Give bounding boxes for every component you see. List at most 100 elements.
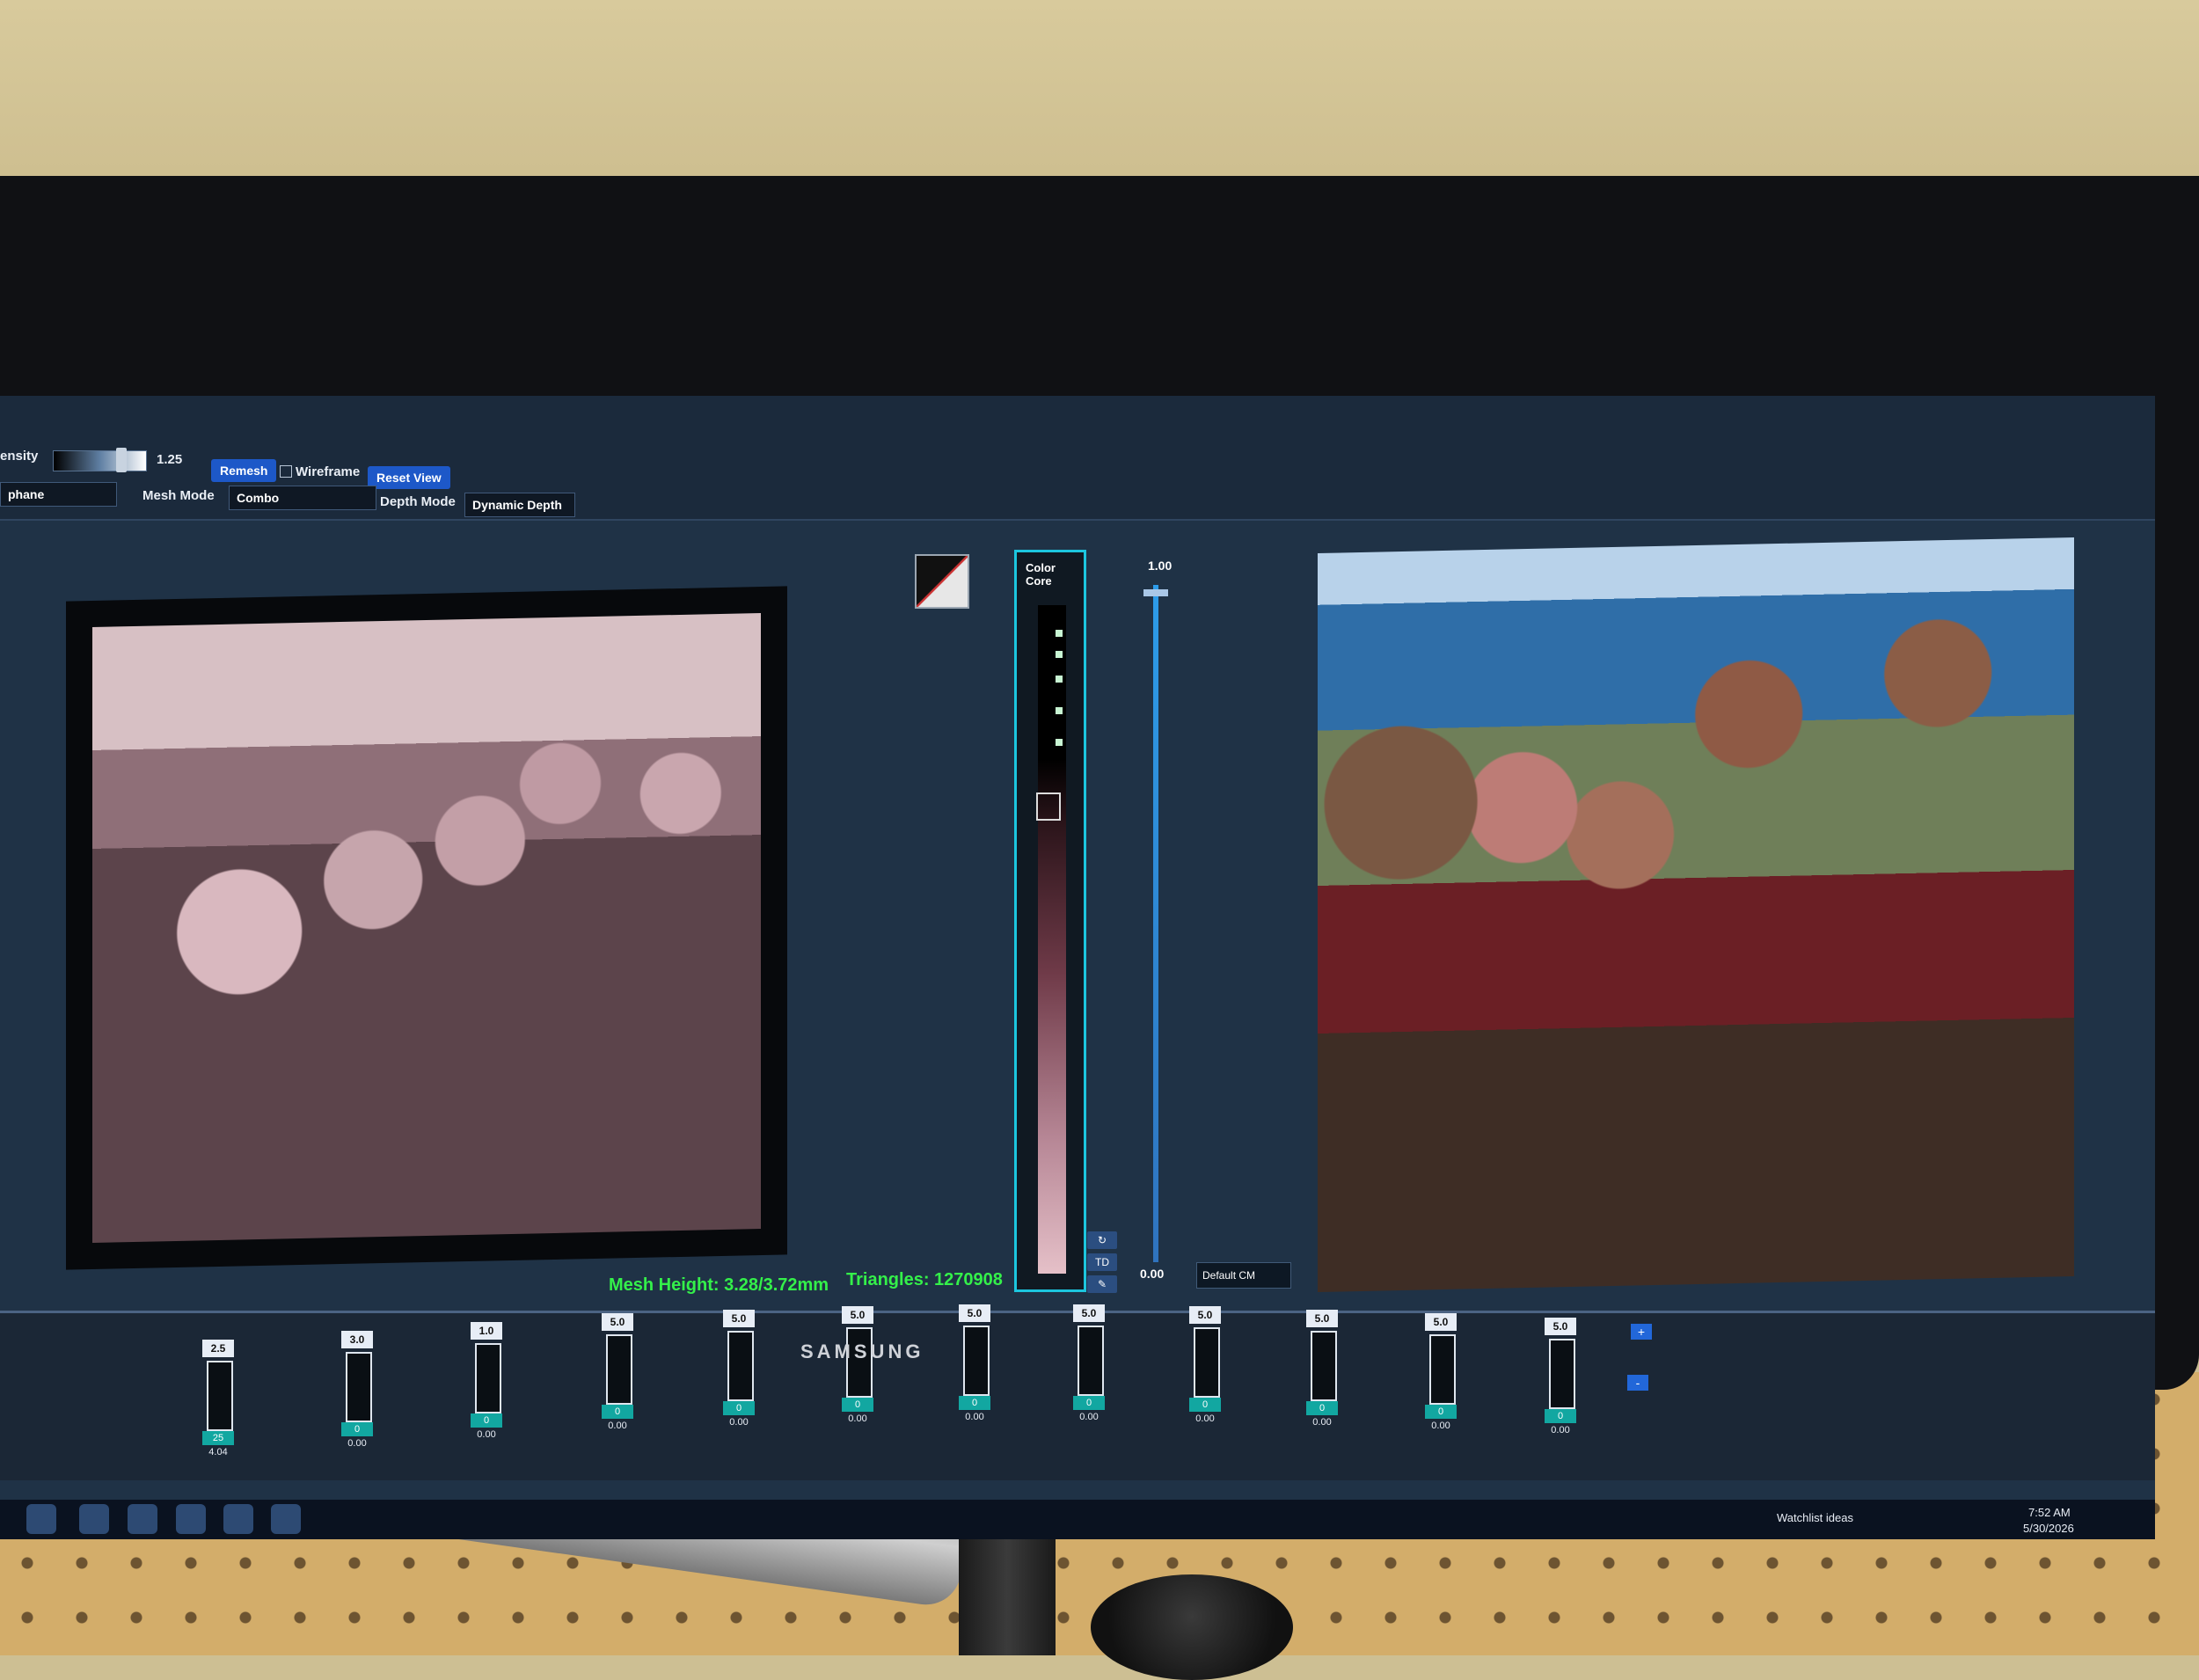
steam-icon[interactable] xyxy=(176,1504,206,1534)
channel-readout: 0.00 xyxy=(1312,1417,1332,1428)
channel-panel: 2.5 25 4.04 3.0 0 0.00 1.0 0 0.00 5.0 0 xyxy=(0,1304,2155,1480)
density-slider-thumb[interactable] xyxy=(116,448,127,472)
channel-slider[interactable] xyxy=(963,1326,990,1396)
channel-max[interactable]: 5.0 xyxy=(1189,1306,1221,1324)
channel-readout: 0.00 xyxy=(848,1413,867,1424)
channel-max[interactable]: 3.0 xyxy=(341,1331,373,1348)
channel-max[interactable]: 5.0 xyxy=(1545,1318,1576,1335)
channel-slider[interactable] xyxy=(1429,1334,1456,1405)
channel-1[interactable]: 2.5 25 4.04 xyxy=(202,1340,255,1472)
channel-7[interactable]: 5.0 0 0.00 xyxy=(959,1304,1012,1436)
channel-readout: 4.04 xyxy=(208,1447,228,1457)
channel-readout: 0.00 xyxy=(965,1412,984,1422)
channel-slider[interactable] xyxy=(207,1361,233,1431)
td-button[interactable]: TD xyxy=(1087,1253,1117,1271)
channel-max[interactable]: 1.0 xyxy=(471,1322,502,1340)
channel-readout: 0.00 xyxy=(1551,1425,1570,1435)
refresh-icon[interactable]: ↻ xyxy=(1087,1231,1117,1249)
channel-value: 0 xyxy=(341,1422,373,1436)
left-mode-select[interactable]: phane xyxy=(0,482,117,507)
channel-slider[interactable] xyxy=(1311,1331,1337,1401)
channel-value: 0 xyxy=(1545,1409,1576,1423)
channel-readout: 0.00 xyxy=(729,1417,749,1428)
channel-value: 0 xyxy=(1189,1398,1221,1412)
mesh-mode-select[interactable]: Combo xyxy=(229,486,376,510)
vertical-slider-thumb[interactable] xyxy=(1143,589,1168,596)
channel-max[interactable]: 5.0 xyxy=(1306,1310,1338,1327)
color-core-marker[interactable] xyxy=(1056,630,1063,637)
channel-slider[interactable] xyxy=(1194,1327,1220,1398)
depth-mode-select[interactable]: Dynamic Depth xyxy=(464,493,575,517)
channel-max[interactable]: 5.0 xyxy=(1073,1304,1105,1322)
color-core-label: Color Core xyxy=(1026,561,1056,588)
channel-slider[interactable] xyxy=(1078,1326,1104,1396)
tray-notification[interactable]: Watchlist ideas xyxy=(1777,1511,1853,1524)
channel-value: 0 xyxy=(842,1398,873,1412)
channel-2[interactable]: 3.0 0 0.00 xyxy=(341,1331,394,1463)
mesh-mode-label: Mesh Mode xyxy=(142,488,215,503)
reset-view-button[interactable]: Reset View xyxy=(368,466,450,489)
channel-slider[interactable] xyxy=(1549,1339,1575,1409)
channel-value: 0 xyxy=(1425,1405,1457,1419)
channel-value: 0 xyxy=(723,1401,755,1415)
clock-time: 7:52 AM xyxy=(2028,1506,2071,1519)
add-channel-button[interactable]: + xyxy=(1631,1324,1652,1340)
channel-max[interactable]: 5.0 xyxy=(602,1313,633,1331)
channel-4[interactable]: 5.0 0 0.00 xyxy=(602,1313,654,1445)
channel-8[interactable]: 5.0 0 0.00 xyxy=(1073,1304,1126,1436)
channel-value: 0 xyxy=(602,1405,633,1419)
density-slider[interactable] xyxy=(53,450,147,471)
channel-3[interactable]: 1.0 0 0.00 xyxy=(471,1322,523,1454)
channel-readout: 0.00 xyxy=(1195,1413,1215,1424)
color-swatch-button[interactable] xyxy=(915,554,969,609)
monitor-bezel: ensity 1.25 Remesh Wireframe Reset View … xyxy=(0,176,2199,1539)
channel-12[interactable]: 5.0 0 0.00 xyxy=(1545,1318,1597,1450)
color-core-selection-box[interactable] xyxy=(1036,793,1061,821)
keyboard-icon[interactable] xyxy=(271,1504,301,1534)
channel-slider[interactable] xyxy=(346,1352,372,1422)
vertical-slider[interactable] xyxy=(1153,585,1158,1262)
taskbar-app-icon[interactable] xyxy=(128,1504,157,1534)
channel-max[interactable]: 5.0 xyxy=(842,1306,873,1324)
channel-slider[interactable] xyxy=(475,1343,501,1413)
color-core-marker[interactable] xyxy=(1056,707,1063,714)
density-label: ensity xyxy=(0,449,39,464)
channel-slider[interactable] xyxy=(727,1331,754,1401)
wireframe-label: Wireframe xyxy=(296,464,361,479)
remesh-button[interactable]: Remesh xyxy=(211,459,277,482)
channel-5[interactable]: 5.0 0 0.00 xyxy=(723,1310,776,1442)
channel-9[interactable]: 5.0 0 0.00 xyxy=(1189,1306,1242,1438)
channel-readout: 0.00 xyxy=(477,1429,496,1440)
remove-channel-button[interactable]: - xyxy=(1627,1375,1648,1391)
color-core-panel: Color Core xyxy=(1014,550,1086,1292)
channel-slider[interactable] xyxy=(606,1334,632,1405)
mesh-height-text: Mesh Height: 3.28/3.72mm xyxy=(609,1275,829,1295)
channel-readout: 0.00 xyxy=(347,1438,367,1449)
channel-11[interactable]: 5.0 0 0.00 xyxy=(1425,1313,1478,1445)
channel-6[interactable]: 5.0 0 0.00 xyxy=(842,1306,895,1438)
clock-date: 5/30/2026 xyxy=(2023,1522,2074,1535)
channel-value: 25 xyxy=(202,1431,234,1445)
channel-max[interactable]: 5.0 xyxy=(1425,1313,1457,1331)
vertical-slider-min: 0.00 xyxy=(1140,1267,1165,1281)
channel-value: 0 xyxy=(959,1396,990,1410)
colormap-select[interactable]: Default CM xyxy=(1196,1262,1291,1289)
channel-10[interactable]: 5.0 0 0.00 xyxy=(1306,1310,1359,1442)
channel-max[interactable]: 5.0 xyxy=(723,1310,755,1327)
channel-max[interactable]: 5.0 xyxy=(959,1304,990,1322)
color-core-marker[interactable] xyxy=(1056,739,1063,746)
channel-value: 0 xyxy=(471,1413,502,1428)
settings-icon[interactable] xyxy=(223,1504,253,1534)
color-core-gradient[interactable] xyxy=(1038,605,1066,1274)
mesh-preview-image xyxy=(92,613,761,1243)
wireframe-checkbox[interactable] xyxy=(280,465,292,478)
color-core-marker[interactable] xyxy=(1056,651,1063,658)
density-value: 1.25 xyxy=(157,452,183,467)
channel-readout: 0.00 xyxy=(1431,1421,1450,1431)
channel-max[interactable]: 2.5 xyxy=(202,1340,234,1357)
pencil-icon[interactable]: ✎ xyxy=(1087,1275,1117,1293)
taskbar-app-icon[interactable] xyxy=(26,1504,56,1534)
color-core-marker[interactable] xyxy=(1056,676,1063,683)
taskbar-app-icon[interactable] xyxy=(79,1504,109,1534)
mesh-preview-panel[interactable] xyxy=(66,586,787,1270)
